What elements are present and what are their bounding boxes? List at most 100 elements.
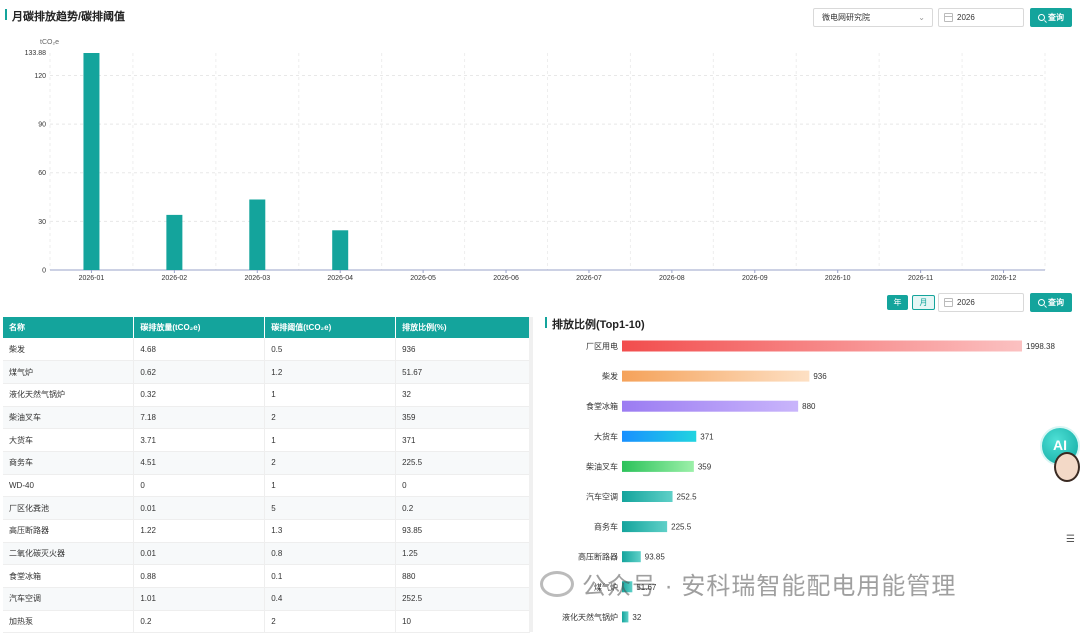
- table-scrollbar[interactable]: [529, 317, 533, 632]
- category-label: 大货车: [594, 431, 618, 441]
- value-label: 1998.38: [1026, 342, 1055, 351]
- cell-ratio: 0: [395, 474, 530, 498]
- y-tick-label: 0: [42, 268, 46, 275]
- header-name[interactable]: 名称: [3, 317, 135, 338]
- cell-emission: 1.01: [133, 587, 266, 611]
- cell-ratio: 880: [395, 564, 530, 589]
- hbar-柴油叉车: [622, 460, 694, 472]
- cell-name: WD-40: [3, 474, 135, 498]
- cell-threshold: 1: [264, 428, 397, 452]
- cell-name: 大货车: [3, 428, 135, 452]
- watermark-text: 公众号 · 安科瑞智能配电用能管理: [582, 573, 957, 600]
- toggle-month[interactable]: 月: [912, 295, 935, 310]
- cell-ratio: 252.5: [395, 587, 530, 611]
- query-button-bottom-label: 查询: [1048, 298, 1064, 307]
- cell-threshold: 0.8: [264, 542, 397, 566]
- x-tick-label: 2026-10: [825, 275, 851, 282]
- table-row[interactable]: 厂区化粪池 0.01 5 0.2: [3, 496, 530, 520]
- bar-2026-01: [83, 53, 100, 270]
- hbar-食堂冰箱: [622, 400, 799, 412]
- header-ratio[interactable]: 排放比例(%): [395, 317, 530, 338]
- cell-name: 煤气炉: [3, 360, 135, 384]
- table-row[interactable]: 高压断路器 1.22 1.3 93.85: [3, 519, 530, 543]
- x-tick-label: 2026-12: [991, 275, 1017, 282]
- bar-2026-02: [166, 214, 183, 270]
- cell-emission: 0.01: [133, 496, 266, 520]
- cell-threshold: 5: [264, 496, 397, 520]
- monthly-bar-chart: tCO₂e 133.88 0 30 60 90 120 2026-01 2026-02 202…: [25, 39, 1046, 282]
- bar-2026-04: [332, 230, 349, 270]
- cell-name: 柴发: [3, 338, 135, 362]
- x-tick-label: 2026-07: [576, 275, 602, 282]
- wechat-icon: [540, 571, 574, 597]
- cell-threshold: 0.1: [264, 564, 397, 589]
- cell-ratio: 1.25: [395, 542, 530, 566]
- table-row[interactable]: 柴发 4.68 0.5 936: [3, 338, 530, 362]
- x-tick-label: 2026-03: [244, 275, 270, 282]
- table-row[interactable]: 煤气炉 0.62 1.2 51.67: [3, 360, 530, 384]
- y-tick-label: 30: [38, 219, 46, 226]
- hbar-汽车空调: [622, 491, 673, 502]
- cell-threshold: 0.5: [264, 338, 397, 362]
- search-icon: [1038, 299, 1045, 306]
- table-row[interactable]: 商务车 4.51 2 225.5: [3, 451, 530, 475]
- x-tick-label: 2026-08: [659, 275, 685, 282]
- cell-emission: 7.18: [133, 406, 266, 430]
- category-label: 柴油叉车: [586, 461, 618, 471]
- table-row[interactable]: 二氧化碳灭火器 0.01 0.8 1.25: [3, 542, 530, 566]
- filter-icon[interactable]: ☰: [1066, 534, 1075, 545]
- header-emission[interactable]: 碳排放量(tCO₂e): [133, 317, 266, 338]
- table-row[interactable]: 食堂冰箱 0.88 0.1 880: [3, 564, 530, 589]
- table-row[interactable]: 加热泵 0.2 2 10: [3, 610, 530, 633]
- bar-2026-03: [249, 199, 266, 270]
- cell-emission: 0.01: [133, 542, 266, 566]
- cell-emission: 0.88: [133, 564, 266, 589]
- table-row[interactable]: 汽车空调 1.01 0.4 252.5: [3, 587, 530, 611]
- cell-threshold: 2: [264, 406, 397, 430]
- x-tick-label: 2026-09: [742, 275, 768, 282]
- category-label: 商务车: [594, 522, 618, 532]
- cell-ratio: 10: [395, 610, 530, 633]
- y-tick-label: 90: [38, 122, 46, 129]
- value-label: 93.85: [645, 553, 666, 562]
- cell-name: 商务车: [3, 451, 135, 475]
- x-tick-label: 2026-01: [79, 275, 105, 282]
- category-label: 汽车空调: [586, 492, 618, 502]
- cell-name: 高压断路器: [3, 519, 135, 543]
- cell-name: 汽车空调: [3, 587, 135, 611]
- table-row[interactable]: 液化天然气锅炉 0.32 1 32: [3, 383, 530, 407]
- y-tick-label: 60: [38, 170, 46, 177]
- cell-threshold: 2: [264, 451, 397, 475]
- value-label: 252.5: [677, 493, 698, 502]
- cell-threshold: 1: [264, 383, 397, 407]
- avatar[interactable]: [1054, 452, 1080, 482]
- table-row[interactable]: 柴油叉车 7.18 2 359: [3, 406, 530, 430]
- value-label: 225.5: [671, 523, 692, 532]
- y-axis-unit: tCO₂e: [40, 39, 59, 46]
- calendar-icon: [944, 298, 953, 307]
- cell-name: 加热泵: [3, 610, 135, 633]
- table-row[interactable]: 大货车 3.71 1 371: [3, 428, 530, 452]
- cell-name: 液化天然气锅炉: [3, 383, 135, 407]
- cell-name: 柴油叉车: [3, 406, 135, 430]
- header-threshold[interactable]: 碳排阈值(tCO₂e): [264, 317, 397, 338]
- table-row[interactable]: WD-40 0 1 0: [3, 474, 530, 498]
- value-label: 32: [632, 613, 641, 622]
- category-label: 高压断路器: [578, 552, 618, 562]
- toggle-year[interactable]: 年: [887, 295, 908, 310]
- cell-ratio: 936: [395, 338, 530, 362]
- monthly-emission-panel: 月碳排放趋势/碳排阈值 微电网研究院 ⌄ 2026 查询 tCO₂e 133.8…: [0, 0, 1080, 290]
- cell-threshold: 1: [264, 474, 397, 498]
- max-value-label: 133.88: [25, 50, 47, 57]
- category-label: 食堂冰箱: [586, 401, 618, 411]
- hbar-大货车: [622, 430, 697, 442]
- cell-ratio: 0.2: [395, 496, 530, 520]
- hbar-商务车: [622, 521, 668, 533]
- x-tick-label: 2026-11: [908, 275, 933, 282]
- cell-ratio: 93.85: [395, 519, 530, 543]
- value-label: 936: [813, 372, 827, 381]
- cell-ratio: 359: [395, 406, 530, 430]
- cell-ratio: 371: [395, 428, 530, 452]
- cell-threshold: 2: [264, 610, 397, 633]
- category-label: 厂区用电: [586, 341, 618, 351]
